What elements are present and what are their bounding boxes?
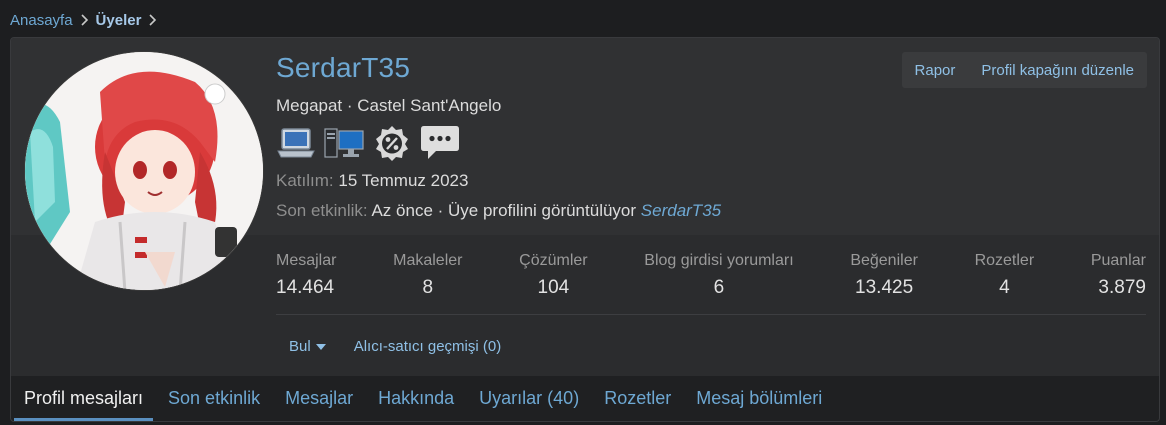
breadcrumb-members[interactable]: Üyeler bbox=[96, 12, 142, 29]
profile-sub-actions: Bul Alıcı-satıcı geçmişi (0) bbox=[289, 338, 501, 355]
stat-value: 4 bbox=[999, 277, 1010, 298]
edit-cover-button[interactable]: Profil kapağını düzenle bbox=[968, 52, 1147, 88]
profile-card: SerdarT35 Megapat · Castel Sant'Angelo K… bbox=[10, 37, 1160, 422]
activity-label: Son etkinlik: bbox=[276, 201, 368, 220]
stat-label: Çözümler bbox=[519, 252, 588, 269]
trophy-badges bbox=[276, 124, 460, 162]
stat-articles[interactable]: Makaleler 8 bbox=[393, 252, 462, 299]
profile-tabs: Profil mesajları Son etkinlik Mesajlar H… bbox=[11, 376, 1159, 421]
tab-warnings[interactable]: Uyarılar (40) bbox=[469, 376, 589, 421]
stat-value: 14.464 bbox=[276, 277, 335, 298]
last-activity-info: Son etkinlik: Az önce · Üye profilini gö… bbox=[276, 201, 721, 221]
stat-value: 3.879 bbox=[1098, 277, 1146, 298]
find-dropdown[interactable]: Bul bbox=[289, 338, 326, 355]
joined-date: 15 Temmuz 2023 bbox=[338, 171, 469, 190]
stat-label: Blog girdisi yorumları bbox=[644, 252, 794, 269]
stat-label: Rozetler bbox=[974, 252, 1035, 269]
stat-messages[interactable]: Mesajlar 14.464 bbox=[276, 252, 336, 299]
chevron-right-icon bbox=[148, 14, 157, 26]
tab-about[interactable]: Hakkında bbox=[368, 376, 464, 421]
activity-value: Az önce · Üye profilini görüntülüyor bbox=[371, 201, 637, 220]
breadcrumb-home[interactable]: Anasayfa bbox=[10, 12, 73, 29]
stat-likes[interactable]: Beğeniler 13.425 bbox=[850, 252, 918, 299]
stat-value: 104 bbox=[537, 277, 570, 298]
stat-value: 13.425 bbox=[855, 277, 914, 298]
stat-points[interactable]: Puanlar 3.879 bbox=[1091, 252, 1146, 299]
profile-stats: Mesajlar 14.464 Makaleler 8 Çözümler 104… bbox=[276, 252, 1146, 299]
stat-solutions[interactable]: Çözümler 104 bbox=[519, 252, 587, 299]
profile-actions: Rapor Profil kapağını düzenle bbox=[901, 52, 1147, 88]
find-label: Bul bbox=[289, 338, 311, 355]
activity-user-link[interactable]: SerdarT35 bbox=[641, 201, 721, 220]
stat-badges[interactable]: Rozetler 4 bbox=[975, 252, 1035, 299]
desktop-computer-icon[interactable] bbox=[324, 124, 364, 162]
stat-blog-comments[interactable]: Blog girdisi yorumları 6 bbox=[644, 252, 793, 299]
chevron-right-icon bbox=[80, 14, 89, 26]
tab-profile-posts[interactable]: Profil mesajları bbox=[14, 376, 154, 421]
percent-gear-icon[interactable] bbox=[372, 124, 412, 162]
stats-divider bbox=[276, 314, 1146, 315]
avatar[interactable] bbox=[24, 51, 264, 291]
speech-bubble-icon[interactable] bbox=[420, 124, 460, 162]
tab-message-sections[interactable]: Mesaj bölümleri bbox=[686, 376, 832, 421]
laptop-icon[interactable] bbox=[276, 124, 316, 162]
stat-label: Beğeniler bbox=[850, 252, 918, 269]
report-button[interactable]: Rapor bbox=[902, 52, 969, 88]
username[interactable]: SerdarT35 bbox=[276, 52, 410, 84]
stat-label: Makaleler bbox=[393, 252, 463, 269]
stat-value: 8 bbox=[422, 277, 434, 298]
trade-history-link[interactable]: Alıcı-satıcı geçmişi (0) bbox=[354, 338, 502, 355]
stat-label: Puanlar bbox=[1090, 252, 1146, 269]
tab-messages[interactable]: Mesajlar bbox=[275, 376, 363, 421]
stat-label: Mesajlar bbox=[276, 252, 337, 269]
breadcrumb: Anasayfa Üyeler bbox=[10, 10, 164, 30]
stat-value: 6 bbox=[713, 277, 725, 298]
user-title: Megapat · Castel Sant'Angelo bbox=[276, 96, 502, 115]
tab-badges[interactable]: Rozetler bbox=[594, 376, 681, 421]
joined-info: Katılım: 15 Temmuz 2023 bbox=[276, 171, 468, 191]
caret-down-icon bbox=[315, 344, 326, 350]
joined-label: Katılım: bbox=[276, 171, 334, 190]
tab-latest-activity[interactable]: Son etkinlik bbox=[158, 376, 270, 421]
